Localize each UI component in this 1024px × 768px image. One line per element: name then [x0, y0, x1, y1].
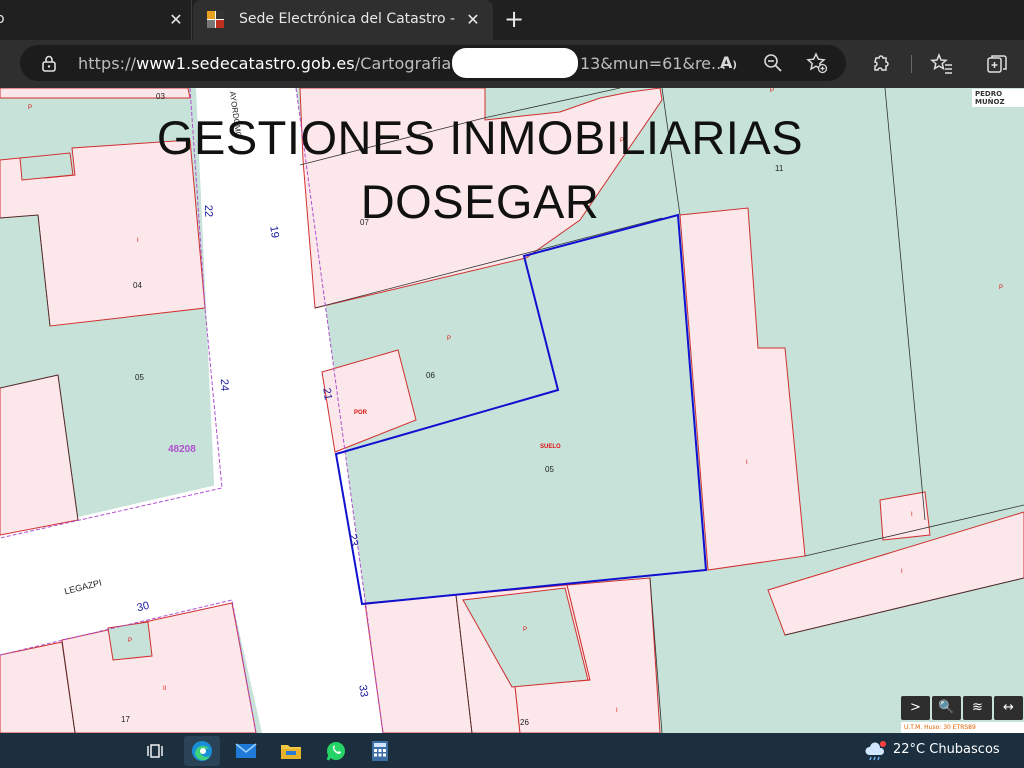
tab-active-close-icon[interactable]: ✕ — [463, 10, 483, 30]
extensions-icon[interactable] — [869, 52, 893, 76]
favorites-icon[interactable] — [930, 52, 954, 76]
parcel-number: 17 — [121, 715, 130, 724]
cadastral-map[interactable]: 03 04 05 06 05 07 11 17 26 22 19 24 21 2… — [0, 88, 1024, 733]
read-aloud-label: A — [720, 53, 733, 72]
map-controls: > 🔍 ≋ ↔ — [901, 696, 1024, 720]
parcel-number: 05 — [135, 373, 144, 382]
street-number: 23 — [346, 533, 360, 547]
label-p: P — [770, 88, 775, 94]
url-path: /Cartografia — [354, 54, 452, 73]
label-ii: II — [163, 686, 167, 692]
street-number: 33 — [356, 684, 370, 698]
block-code: 48208 — [168, 444, 196, 455]
label-i: I — [911, 512, 913, 518]
map-layers-icon[interactable]: ≋ — [963, 696, 992, 720]
parcel-number: 04 — [133, 281, 142, 290]
windows-taskbar: 22°C Chubascos — [0, 733, 1024, 768]
address-bar[interactable]: https://www1.sedecatastro.gob.es/Cartogr… — [20, 45, 846, 81]
url-scheme: https:// — [78, 54, 137, 73]
task-view-icon[interactable] — [139, 736, 175, 766]
collections-icon[interactable] — [985, 52, 1009, 76]
utm-readout: U.T.M. Huso: 30 ETRS89 — [901, 722, 1024, 733]
url-host: www1.sedecatastro.gob.es — [136, 54, 355, 73]
read-aloud-icon[interactable]: A) — [720, 52, 742, 74]
mail-icon[interactable] — [228, 736, 264, 766]
label-i: I — [901, 569, 903, 575]
map-expand-icon[interactable]: > — [901, 696, 930, 720]
catastro-favicon-icon — [207, 11, 224, 28]
street-number: 24 — [217, 378, 231, 392]
weather-text[interactable]: 22°C Chubascos — [893, 742, 1000, 757]
parcel-number: 06 — [426, 371, 435, 380]
label-p: P — [523, 627, 528, 633]
toolbar-separator — [911, 55, 912, 73]
building — [364, 594, 473, 733]
parcel-patio — [19, 152, 74, 181]
tab-previous-title: o — [0, 11, 5, 27]
tab-previous[interactable]: o ✕ — [0, 0, 192, 40]
parcel-number: 05 — [545, 465, 554, 474]
label-p: P — [447, 336, 452, 342]
street-number: 21 — [320, 387, 334, 401]
map-author-tag: PEDRO MUÑOZ — [972, 89, 1024, 107]
label-i: I — [137, 238, 139, 244]
whatsapp-icon[interactable] — [318, 736, 354, 766]
tab-strip: o ✕ Sede Electrónica del Catastro - Fo ✕… — [0, 0, 1024, 40]
calculator-icon[interactable] — [362, 736, 398, 766]
tab-previous-close-icon[interactable]: ✕ — [166, 10, 186, 30]
url-tail: 13&mun=61&re... — [580, 54, 727, 73]
add-favorite-icon[interactable] — [806, 52, 828, 74]
tab-active[interactable]: Sede Electrónica del Catastro - Fo ✕ — [193, 0, 493, 40]
file-explorer-icon[interactable] — [273, 736, 309, 766]
label-p: P — [999, 285, 1004, 291]
zoom-out-icon[interactable] — [762, 52, 784, 74]
new-tab-button[interactable]: + — [500, 6, 528, 34]
url-redaction — [452, 48, 578, 78]
screen: o ✕ Sede Electrónica del Catastro - Fo ✕… — [0, 0, 1024, 768]
weather-rain-icon[interactable] — [864, 741, 888, 761]
url-text: https://www1.sedecatastro.gob.es/Cartogr… — [78, 54, 451, 73]
label-i: I — [616, 708, 618, 714]
label-i: I — [746, 460, 748, 466]
overlay-title-line2: DOSEGAR — [360, 175, 600, 228]
edge-icon[interactable] — [184, 736, 220, 766]
map-measure-icon[interactable]: ↔ — [994, 696, 1023, 720]
label-suelo: SUELO — [540, 444, 561, 450]
parcel-number: 26 — [520, 718, 529, 727]
parcel-number: 03 — [156, 92, 165, 101]
parcel-number: 11 — [775, 164, 784, 173]
tab-active-title: Sede Electrónica del Catastro - Fo — [239, 11, 459, 27]
overlay-title-line1: GESTIONES INMOBILIARIAS — [156, 111, 804, 164]
label-p: P — [128, 638, 133, 644]
label-por: POR — [354, 410, 368, 416]
label-p: P — [28, 105, 33, 111]
browser-toolbar: https://www1.sedecatastro.gob.es/Cartogr… — [0, 40, 1024, 88]
map-search-icon[interactable]: 🔍 — [932, 696, 961, 720]
lock-icon[interactable] — [40, 54, 58, 72]
